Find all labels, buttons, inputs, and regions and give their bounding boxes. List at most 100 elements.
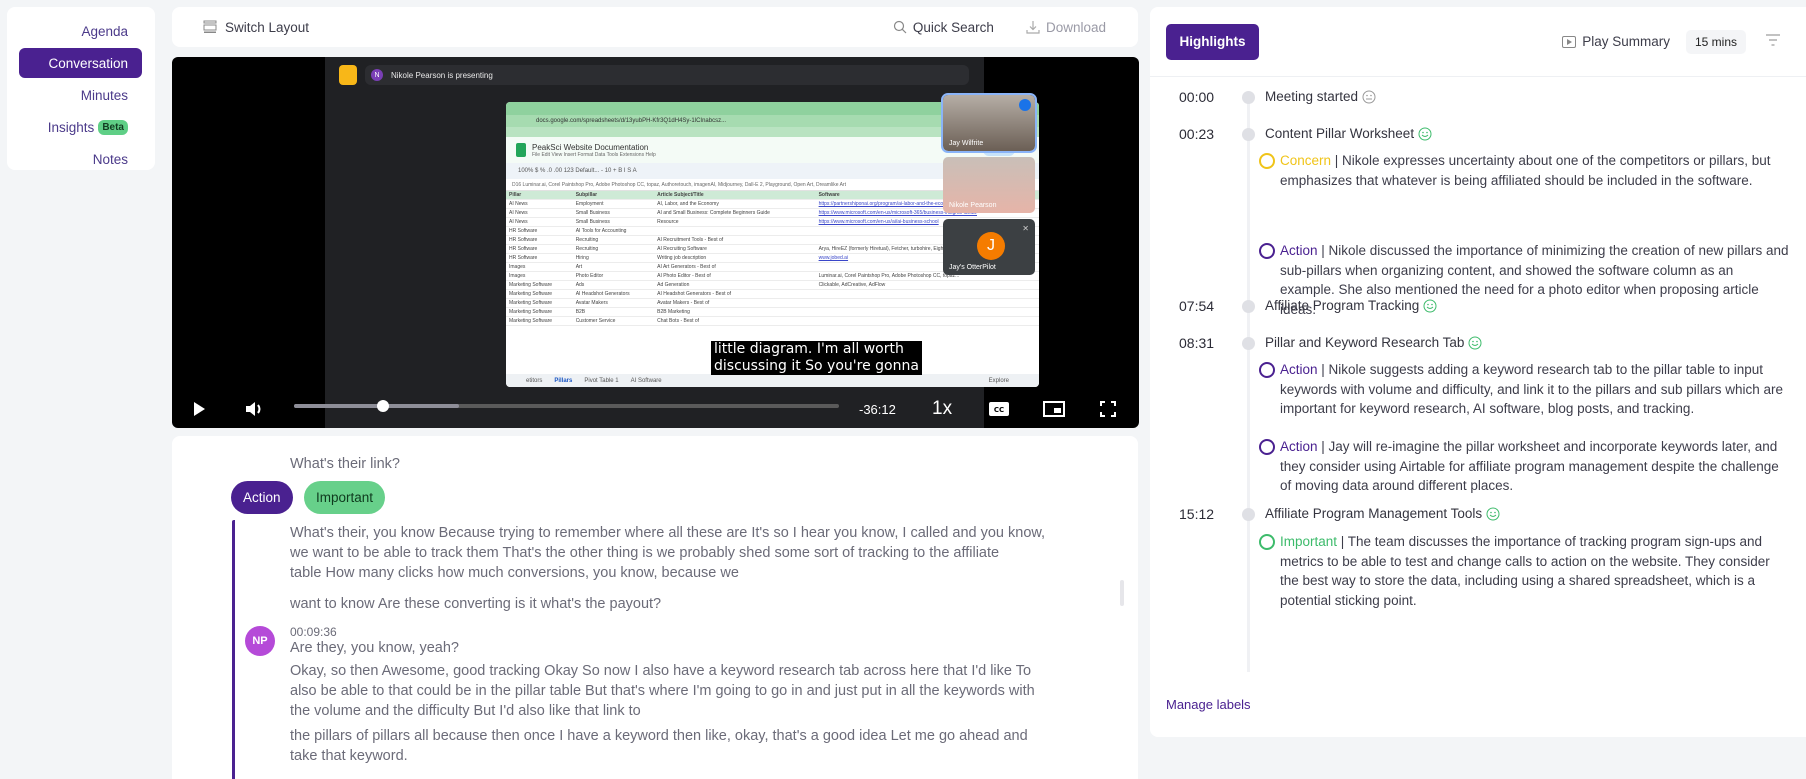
nav-item-minutes[interactable]: Minutes bbox=[19, 80, 142, 110]
sheet-cell: B2B bbox=[572, 307, 655, 317]
sheet-name: PeakSci Website Documentation bbox=[532, 142, 649, 152]
switch-layout-label: Switch Layout bbox=[225, 19, 310, 35]
sheet-cell: AI Photo Editor - Best of bbox=[654, 271, 816, 281]
manage-labels-link[interactable]: Manage labels bbox=[1166, 697, 1251, 712]
nav-item-insights[interactable]: Insights Beta bbox=[19, 112, 142, 142]
highlight-note[interactable]: Important | The team discusses the impor… bbox=[1259, 532, 1789, 610]
sheet-cell: Marketing Software bbox=[506, 289, 573, 299]
filter-button[interactable] bbox=[1766, 33, 1780, 51]
sheet-row: Marketing Software Ads Ad Generation Clicka… bbox=[506, 280, 1039, 290]
sheet-cell: Photo Editor bbox=[572, 271, 655, 281]
timeline-topic[interactable]: Content Pillar Worksheet bbox=[1265, 126, 1432, 141]
seek-buffered bbox=[294, 404, 459, 408]
sheet-cell: Ad Generation bbox=[654, 280, 816, 290]
highlight-note[interactable]: Concern | Nikole expresses uncertainty a… bbox=[1259, 151, 1789, 190]
note-label: Action bbox=[1280, 243, 1318, 258]
sheet-cell: Employment bbox=[572, 199, 655, 209]
fullscreen-button[interactable] bbox=[1100, 401, 1116, 417]
tag-important[interactable]: Important bbox=[304, 481, 386, 514]
meet-logo-icon bbox=[339, 65, 357, 85]
sheet-cell: Customer Service bbox=[572, 316, 655, 326]
note-label: Action bbox=[1280, 362, 1318, 377]
quick-search-button[interactable]: Quick Search bbox=[893, 20, 994, 35]
video-player[interactable]: N Nikole Pearson is presenting docs.goog… bbox=[172, 57, 1139, 428]
picture-in-picture-icon bbox=[1043, 401, 1065, 417]
switch-layout-button[interactable]: Switch Layout bbox=[203, 20, 309, 35]
nav-label: Agenda bbox=[81, 23, 128, 39]
download-button[interactable]: Download bbox=[1026, 20, 1106, 35]
highlights-header: Highlights Play Summary 15 mins bbox=[1150, 7, 1806, 77]
nav-item-agenda[interactable]: Agenda bbox=[19, 16, 142, 46]
note-text: Action | Nikole suggests adding a keywor… bbox=[1280, 360, 1789, 419]
play-button[interactable] bbox=[192, 401, 206, 417]
transcript-line: the pillars of pillars all because then … bbox=[290, 728, 1028, 744]
topic-title: Affiliate Program Management Tools bbox=[1265, 506, 1483, 521]
shared-screen: N Nikole Pearson is presenting docs.goog… bbox=[325, 57, 1039, 428]
highlight-note[interactable]: Action | Nikole suggests adding a keywor… bbox=[1259, 360, 1789, 419]
volume-button[interactable] bbox=[245, 400, 265, 418]
participant-tile: Jay Wilfrite bbox=[941, 93, 1037, 153]
play-icon bbox=[194, 402, 205, 416]
conversation-toolbar: Switch Layout Quick Search Download bbox=[172, 7, 1138, 47]
seek-bar[interactable] bbox=[294, 400, 839, 412]
timeline-topic[interactable]: Affiliate Program Management Tools bbox=[1265, 506, 1500, 521]
play-summary-button[interactable]: Play Summary bbox=[1562, 34, 1670, 49]
note-label: Concern bbox=[1280, 153, 1332, 168]
note-label: Action bbox=[1280, 439, 1318, 454]
playback-speed-button[interactable]: 1x bbox=[932, 398, 952, 420]
download-label: Download bbox=[1045, 19, 1106, 35]
timeline-time[interactable]: 08:31 bbox=[1179, 335, 1214, 351]
caption-line: discussing it So you're gonna bbox=[714, 358, 919, 374]
transcript-line: Are they, you know, yeah? bbox=[290, 640, 460, 656]
sheet-cell: B2B Marketing bbox=[654, 307, 816, 317]
beta-badge: Beta bbox=[98, 119, 128, 135]
timeline-time[interactable]: 00:00 bbox=[1179, 89, 1214, 105]
speaking-icon bbox=[1019, 99, 1031, 111]
highlights-button[interactable]: Highlights bbox=[1166, 23, 1259, 60]
scrollbar-thumb[interactable] bbox=[1120, 580, 1124, 606]
sheet-cell: AI Recruitment Tools - Best of bbox=[654, 235, 816, 245]
smiley-face-icon bbox=[1418, 127, 1432, 141]
participant-tiles: Jay Wilfrite Nikole Pearson ✕ J Jay's Ot… bbox=[941, 93, 1037, 281]
participant-tile: ✕ J Jay's OtterPilot bbox=[943, 219, 1035, 275]
transcript-line: we want to be able to track them That's … bbox=[290, 545, 1000, 561]
transcript-paragraph: What's their, you know Because trying to… bbox=[290, 523, 1116, 583]
participant-tile: Nikole Pearson bbox=[943, 157, 1035, 213]
sheet-cell: Art bbox=[572, 262, 655, 272]
sheet-cell bbox=[815, 289, 1039, 299]
note-body: | The team discusses the importance of t… bbox=[1280, 534, 1770, 608]
highlight-bar bbox=[232, 520, 235, 779]
pip-button[interactable] bbox=[1043, 401, 1065, 417]
presenting-text: Nikole Pearson is presenting bbox=[391, 70, 493, 80]
timeline-dot bbox=[1242, 128, 1255, 141]
timeline-time[interactable]: 15:12 bbox=[1179, 506, 1214, 522]
sheet-cell: HR Software bbox=[506, 226, 573, 236]
sheet-cell: Resource bbox=[654, 217, 816, 227]
captions-button[interactable]: CC bbox=[989, 402, 1009, 416]
timeline-time[interactable]: 07:54 bbox=[1179, 298, 1214, 314]
sheet-cell: HR Software bbox=[506, 235, 573, 245]
topic-title: Content Pillar Worksheet bbox=[1265, 126, 1415, 141]
highlight-note[interactable]: Action | Jay will re-imagine the pillar … bbox=[1259, 437, 1789, 496]
sheet-tab: AI Software bbox=[630, 377, 662, 384]
sheet-row: Marketing Software AI Headshot Generators… bbox=[506, 289, 1039, 299]
sheet-cell: Images bbox=[506, 271, 573, 281]
highlights-panel: Highlights Play Summary 15 mins 00:00 Mee… bbox=[1150, 7, 1806, 737]
sheet-cell: Images bbox=[506, 262, 573, 272]
timeline-topic[interactable]: Affiliate Program Tracking bbox=[1265, 298, 1437, 313]
transcript-line: Okay, so then Awesome, good tracking Oka… bbox=[290, 663, 1032, 679]
tag-action[interactable]: Action bbox=[231, 481, 293, 514]
sheet-cell: Marketing Software bbox=[506, 316, 573, 326]
participant-name: Nikole Pearson bbox=[949, 202, 997, 209]
timeline-time[interactable]: 00:23 bbox=[1179, 126, 1214, 142]
note-body: | Nikole suggests adding a keyword resea… bbox=[1280, 362, 1783, 416]
nav-item-notes[interactable]: Notes bbox=[19, 144, 142, 174]
sheet-cell: AI Headshot Generators bbox=[572, 289, 655, 299]
timeline-topic[interactable]: Meeting started bbox=[1265, 89, 1376, 104]
nav-item-conversation[interactable]: Conversation bbox=[19, 48, 142, 78]
sheet-cell: AI Recruiting Software bbox=[654, 244, 816, 254]
action-ring-icon bbox=[1259, 243, 1275, 259]
sheet-tab: etitors bbox=[526, 377, 543, 384]
timeline-topic[interactable]: Pillar and Keyword Research Tab bbox=[1265, 335, 1482, 350]
action-ring-icon bbox=[1259, 362, 1275, 378]
